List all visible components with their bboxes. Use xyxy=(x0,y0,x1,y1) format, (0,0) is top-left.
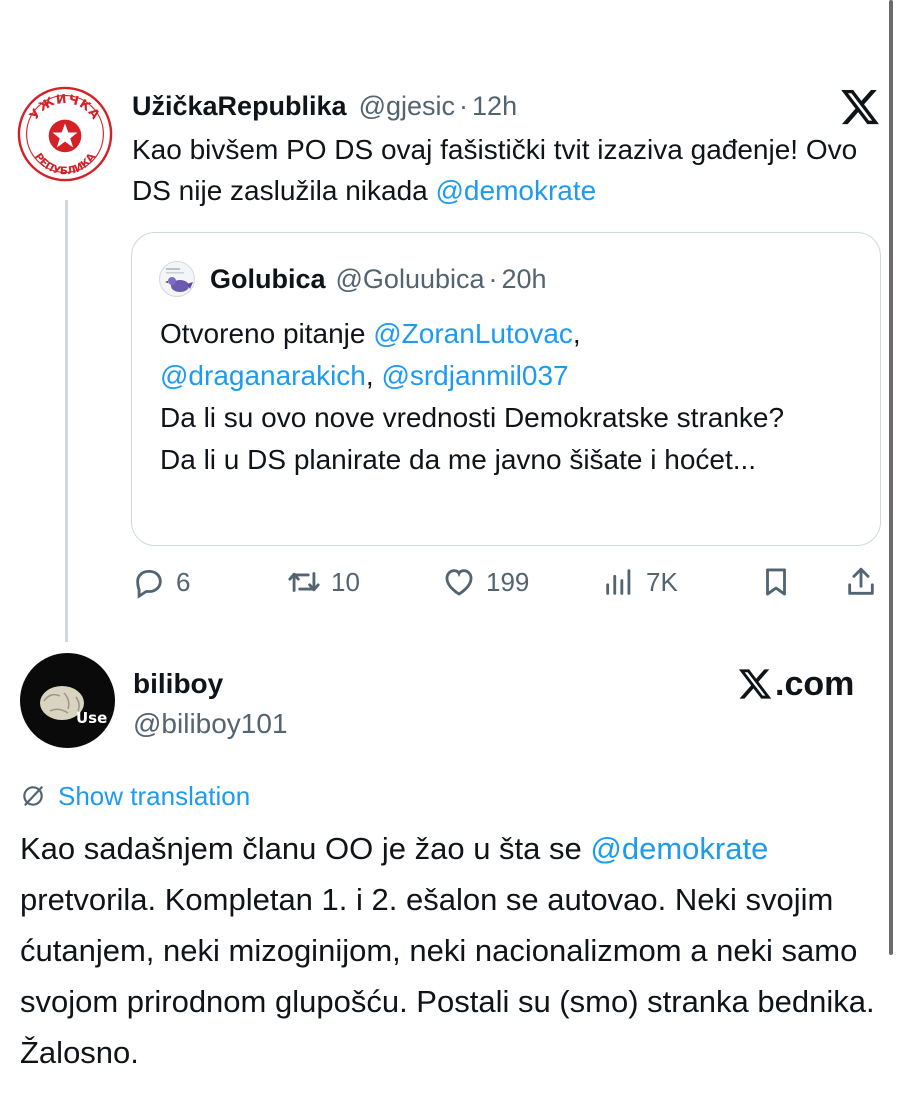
tweet-timestamp[interactable]: 12h xyxy=(472,91,517,122)
show-translation-link[interactable]: Show translation xyxy=(20,778,250,814)
heart-icon xyxy=(445,569,473,596)
x-com-brand[interactable]: .com xyxy=(737,664,854,704)
reply-text-intro: Kao sadašnjem članu OO je žao u šta se xyxy=(20,831,591,866)
bookmark-icon xyxy=(766,568,786,596)
bookmark-button[interactable] xyxy=(759,560,793,604)
views-count: 7K xyxy=(646,566,678,597)
separator-dot: · xyxy=(488,263,498,294)
share-button[interactable] xyxy=(844,560,878,604)
reply-button[interactable]: 6 xyxy=(132,560,190,604)
globe-slash-icon xyxy=(23,786,43,806)
avatar[interactable]: Use xyxy=(20,653,115,748)
quoted-author-name[interactable]: Golubica xyxy=(210,264,326,295)
x-com-domain: .com xyxy=(775,664,855,703)
tweet-text: Kao bivšem PO DS ovaj fašistički tvit iz… xyxy=(132,129,872,211)
reply-author-handle[interactable]: @biliboy101 xyxy=(133,707,288,741)
separator-dot: · xyxy=(459,90,469,121)
quoted-line-3: Da li su ovo nove vrednosti Demokratske … xyxy=(160,402,785,433)
quoted-line-4: Da li u DS planirate da me javno šišate … xyxy=(160,444,757,475)
views-icon xyxy=(606,569,631,595)
tweet-actions: 6 10 199 7K xyxy=(132,560,882,604)
scrollbar[interactable] xyxy=(889,0,893,955)
quoted-tweet-text: Otvoreno pitanje @ZoranLutovac, @dragana… xyxy=(160,313,860,481)
repost-count: 10 xyxy=(331,566,360,597)
share-icon xyxy=(848,567,874,595)
mention-link[interactable]: @demokrate xyxy=(436,175,597,206)
views-button[interactable]: 7K xyxy=(602,560,678,604)
quoted-timestamp[interactable]: 20h xyxy=(502,264,547,295)
avatar[interactable] xyxy=(159,261,195,297)
quoted-tweet-header: Golubica @Goluubica · 20h xyxy=(210,261,547,297)
repost-button[interactable]: 10 xyxy=(287,560,360,604)
reply-text: Kao sadašnjem članu OO je žao u šta se @… xyxy=(20,823,880,1078)
quoted-line-1: Otvoreno pitanje @ZoranLutovac, xyxy=(160,313,860,355)
pigeon-icon xyxy=(165,268,193,292)
punctuation: , xyxy=(572,318,581,349)
show-translation-label: Show translation xyxy=(58,780,251,811)
quoted-line-2: @draganarakich, @srdjanmil037 xyxy=(160,355,860,397)
reply-author-name[interactable]: biliboy xyxy=(133,667,223,701)
avatar-label: Use xyxy=(76,709,107,727)
quoted-tweet-card[interactable]: Golubica @Goluubica · 20h Otvoreno pitan… xyxy=(131,232,881,546)
thread-connector-line xyxy=(65,200,68,642)
mention-link[interactable]: @demokrate xyxy=(590,831,768,866)
repost-icon xyxy=(288,572,320,592)
reply-count: 6 xyxy=(176,566,191,597)
mention-link[interactable]: @srdjanmil037 xyxy=(381,360,568,391)
x-logo-icon[interactable] xyxy=(839,86,881,128)
author-handle[interactable]: @gjesic xyxy=(359,91,455,122)
avatar[interactable]: УЖИЧКА РЕПУБЛИКА xyxy=(17,86,113,182)
like-button[interactable]: 199 xyxy=(442,560,529,604)
reply-text-body: pretvorila. Kompletan 1. i 2. ešalon se … xyxy=(20,882,875,1070)
punctuation: , xyxy=(365,360,382,391)
mention-link[interactable]: @draganarakich xyxy=(160,360,366,391)
like-count: 199 xyxy=(486,566,530,597)
mention-link[interactable]: @ZoranLutovac xyxy=(373,318,573,349)
author-name[interactable]: UžičkaRepublika xyxy=(132,91,347,122)
x-logo-icon xyxy=(738,669,772,699)
tweet-header: UžičkaRepublika @gjesic · 12h xyxy=(132,88,517,124)
reply-icon xyxy=(136,569,162,599)
quoted-author-handle[interactable]: @Goluubica xyxy=(336,264,485,295)
quoted-text-intro: Otvoreno pitanje xyxy=(160,318,374,349)
brain-icon: Use xyxy=(40,686,107,727)
